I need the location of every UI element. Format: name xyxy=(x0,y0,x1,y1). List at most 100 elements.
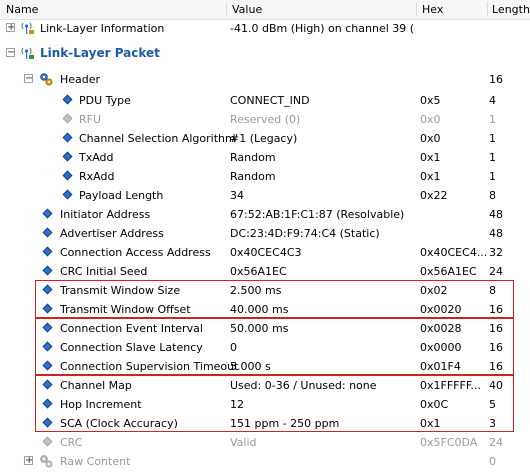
tree-row[interactable]: Payload Length 34 0x22 8 xyxy=(0,186,530,205)
row-name: RxAdd xyxy=(79,170,115,183)
tree-row[interactable]: Transmit Window Offset 40.000 ms 0x0020 … xyxy=(0,300,530,319)
row-length: 16 xyxy=(489,303,503,316)
tree-row[interactable]: Connection Access Address 0x40CEC4C3 0x4… xyxy=(0,243,530,262)
row-length: 1 xyxy=(489,113,496,126)
row-hex: 0x02 xyxy=(420,284,448,297)
column-header: Name Value Hex Length xyxy=(0,0,530,20)
row-name: SCA (Clock Accuracy) xyxy=(60,417,178,430)
row-name: Channel Map xyxy=(60,379,132,392)
row-length: 16 xyxy=(489,360,503,373)
row-length: 5 xyxy=(489,398,496,411)
row-name: Header xyxy=(60,73,101,86)
row-length: 1 xyxy=(489,151,496,164)
row-length: 16 xyxy=(489,73,503,86)
tree-row[interactable]: Transmit Window Size 2.500 ms 0x02 8 xyxy=(0,281,530,300)
diamond-icon xyxy=(42,265,53,276)
gears-icon xyxy=(40,455,53,468)
tree-row[interactable]: SCA (Clock Accuracy) 151 ppm - 250 ppm 0… xyxy=(0,414,530,433)
row-name: Transmit Window Offset xyxy=(60,303,191,316)
diamond-icon xyxy=(42,227,53,238)
column-divider[interactable] xyxy=(226,2,227,16)
row-length: 8 xyxy=(489,284,496,297)
diamond-icon xyxy=(62,189,73,200)
row-length: 16 xyxy=(489,322,503,335)
row-length: 16 xyxy=(489,341,503,354)
row-value: 0x56A1EC xyxy=(230,265,287,278)
row-length: 24 xyxy=(489,436,503,449)
diamond-icon xyxy=(42,284,53,295)
column-divider[interactable] xyxy=(416,2,417,16)
tree-row[interactable]: Advertiser Address DC:23:4D:F9:74:C4 (St… xyxy=(0,224,530,243)
row-hex: 0x0028 xyxy=(420,322,462,335)
tree-row[interactable]: TxAdd Random 0x1 1 xyxy=(0,148,530,167)
tree-row[interactable]: CRC Initial Seed 0x56A1EC 0x56A1EC 24 xyxy=(0,262,530,281)
row-hex: 0x1 xyxy=(420,151,441,164)
row-hex: 0x40CEC4... xyxy=(420,246,488,259)
expand-icon[interactable]: + xyxy=(6,23,15,33)
row-name: TxAdd xyxy=(79,151,114,164)
tree-row[interactable]: Connection Supervision Timeout 5.000 s 0… xyxy=(0,357,530,376)
diamond-icon xyxy=(42,379,53,390)
tree-row[interactable]: − Link-Layer Packet xyxy=(0,44,530,63)
tree-row[interactable]: Hop Increment 12 0x0C 5 xyxy=(0,395,530,414)
row-length: 0 xyxy=(489,455,496,468)
column-name[interactable]: Name xyxy=(6,3,38,16)
tree-row[interactable]: Initiator Address 67:52:AB:1F:C1:87 (Res… xyxy=(0,205,530,224)
row-value: Used: 0-36 / Unused: none xyxy=(230,379,377,392)
row-value: 67:52:AB:1F:C1:87 (Resolvable) xyxy=(230,208,405,221)
row-value: 151 ppm - 250 ppm xyxy=(230,417,340,430)
tree-row[interactable]: Channel Selection Algorithm #1 (Legacy) … xyxy=(0,129,530,148)
tree-row[interactable]: PDU Type CONNECT_IND 0x5 4 xyxy=(0,91,530,110)
column-length[interactable]: Length xyxy=(492,3,530,16)
diamond-icon xyxy=(42,398,53,409)
antenna-icon xyxy=(21,22,34,34)
diamond-icon xyxy=(42,303,53,314)
row-hex: 0x5FC0DA xyxy=(420,436,478,449)
row-length: 24 xyxy=(489,265,503,278)
row-name: Link-Layer Information xyxy=(40,22,165,35)
row-value: Random xyxy=(230,151,276,164)
column-value[interactable]: Value xyxy=(232,3,262,16)
expand-icon[interactable]: + xyxy=(24,456,33,466)
tree-row[interactable]: − Header 16 xyxy=(0,70,530,89)
row-length: 3 xyxy=(489,417,496,430)
collapse-icon[interactable]: − xyxy=(24,74,33,84)
row-name: CRC xyxy=(60,436,83,449)
diamond-icon xyxy=(42,417,53,428)
row-value: 50.000 ms xyxy=(230,322,289,335)
diamond-icon xyxy=(42,208,53,219)
tree-row[interactable]: + Raw Content 0 xyxy=(0,452,530,471)
tree-row[interactable]: Connection Slave Latency 0 0x0000 16 xyxy=(0,338,530,357)
row-value: Reserved (0) xyxy=(230,113,301,126)
row-value: 5.000 s xyxy=(230,360,271,373)
row-name: RFU xyxy=(79,113,102,126)
column-divider[interactable] xyxy=(487,2,488,16)
tree-row[interactable]: RFU Reserved (0) 0x0 1 xyxy=(0,110,530,129)
tree-row[interactable]: Connection Event Interval 50.000 ms 0x00… xyxy=(0,319,530,338)
row-name: Raw Content xyxy=(60,455,131,468)
row-hex: 0x0 xyxy=(420,132,441,145)
gears-icon xyxy=(40,73,53,86)
row-value: 40.000 ms xyxy=(230,303,289,316)
collapse-icon[interactable]: − xyxy=(6,48,15,58)
row-value: #1 (Legacy) xyxy=(230,132,298,145)
row-value: 12 xyxy=(230,398,244,411)
row-hex: 0x5 xyxy=(420,94,441,107)
row-hex: 0x0000 xyxy=(420,341,462,354)
row-hex: 0x0 xyxy=(420,113,441,126)
tree-row[interactable]: Channel Map Used: 0-36 / Unused: none 0x… xyxy=(0,376,530,395)
row-length: 48 xyxy=(489,208,503,221)
tree-row[interactable]: + Link-Layer Information -41.0 dBm (High… xyxy=(0,19,530,38)
row-value: 0x40CEC4C3 xyxy=(230,246,302,259)
row-hex: 0x56A1EC xyxy=(420,265,477,278)
row-name: Connection Slave Latency xyxy=(60,341,203,354)
row-name: Channel Selection Algorithm xyxy=(79,132,236,145)
tree-row[interactable]: RxAdd Random 0x1 1 xyxy=(0,167,530,186)
row-hex: 0x0C xyxy=(420,398,449,411)
tree-row[interactable]: CRC Valid 0x5FC0DA 24 xyxy=(0,433,530,452)
row-name: Connection Access Address xyxy=(60,246,211,259)
row-value: 34 xyxy=(230,189,244,202)
diamond-icon xyxy=(42,246,53,257)
row-value: CONNECT_IND xyxy=(230,94,310,107)
column-hex[interactable]: Hex xyxy=(422,3,443,16)
